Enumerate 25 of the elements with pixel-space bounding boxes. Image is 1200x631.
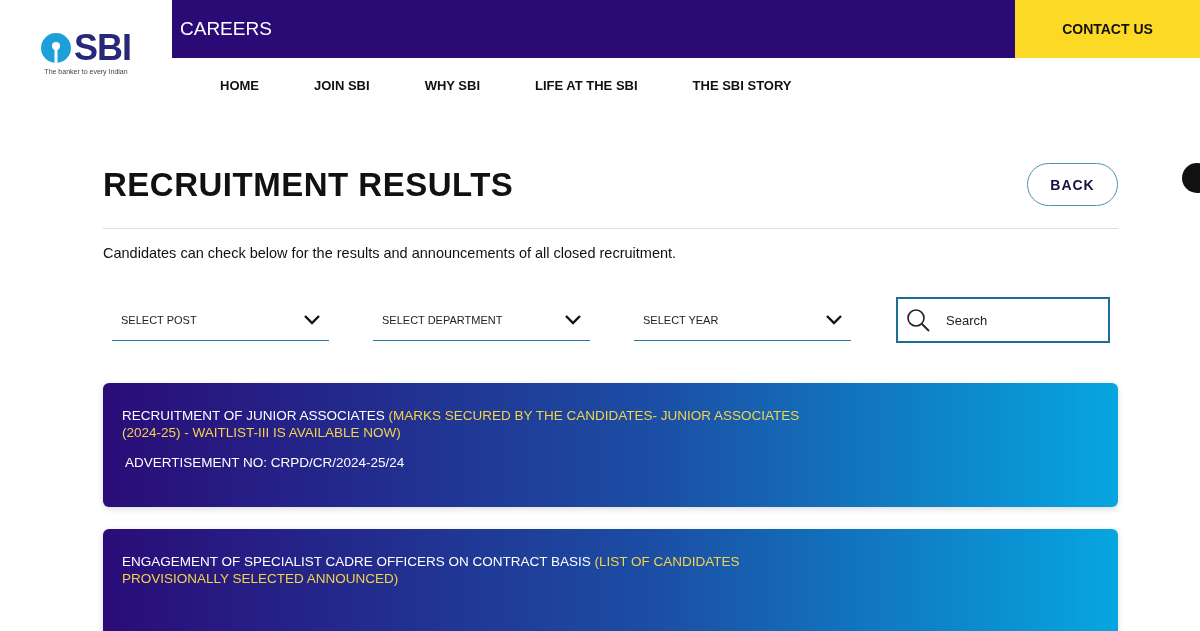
select-dropdown[interactable]: SELECT DEPARTMENT	[373, 299, 590, 341]
result-card[interactable]: ENGAGEMENT OF SPECIALIST CADRE OFFICERS ON CONTRACT BASIS (LIST OF CANDIDATES PROVISIONALLY SELECTED ANNOUNCED)	[103, 529, 1118, 631]
select-dropdown[interactable]: SELECT POST	[112, 299, 329, 341]
logo-text: SBI	[74, 30, 131, 66]
nav-link[interactable]: HOME	[220, 78, 259, 93]
advertisement-number: ADVERTISEMENT NO: CRPD/CR/2024-25/24	[125, 455, 406, 470]
chevron-down-icon	[826, 314, 842, 325]
page-title: RECRUITMENT RESULTS	[103, 165, 514, 204]
intro-text: Candidates can check below for the results and announcements of all closed recruitment.	[103, 245, 678, 261]
search-field[interactable]: Search	[896, 297, 1110, 343]
header-title: CAREERS	[180, 18, 272, 40]
chevron-down-icon	[565, 314, 581, 325]
result-title: ENGAGEMENT OF SPECIALIST CADRE OFFICERS ON CONTRACT BASIS (LIST OF CANDIDATES PROVISIONALLY SELECTED ANNOUNCED)	[122, 553, 741, 587]
search-icon	[906, 308, 930, 332]
keyhole-circle-icon	[41, 33, 71, 63]
chevron-down-icon	[304, 314, 320, 325]
nav-link[interactable]: LIFE AT THE SBI	[535, 78, 638, 93]
nav-link[interactable]: WHY SBI	[424, 78, 480, 93]
select-dropdown[interactable]: SELECT YEAR	[634, 299, 851, 341]
nav-link[interactable]: JOIN SBI	[314, 78, 370, 93]
result-card[interactable]: RECRUITMENT OF JUNIOR ASSOCIATES (MARKS SECURED BY THE CANDIDATES- JUNIOR ASSOCIATES (2024-25) - WAITLIST-III IS AVAILABLE NOW) ADVERTISEMENT NO: CRPD/CR/2024-25/24	[103, 383, 1118, 507]
result-title: RECRUITMENT OF JUNIOR ASSOCIATES (MARKS SECURED BY THE CANDIDATES- JUNIOR ASSOCIATES (2024-25) - WAITLIST-III IS AVAILABLE NOW)	[122, 407, 801, 441]
contact-button[interactable]: CONTACT US	[1015, 0, 1200, 58]
nav-link[interactable]: THE SBI STORY	[692, 78, 792, 93]
back-button[interactable]: BACK	[1027, 163, 1118, 206]
